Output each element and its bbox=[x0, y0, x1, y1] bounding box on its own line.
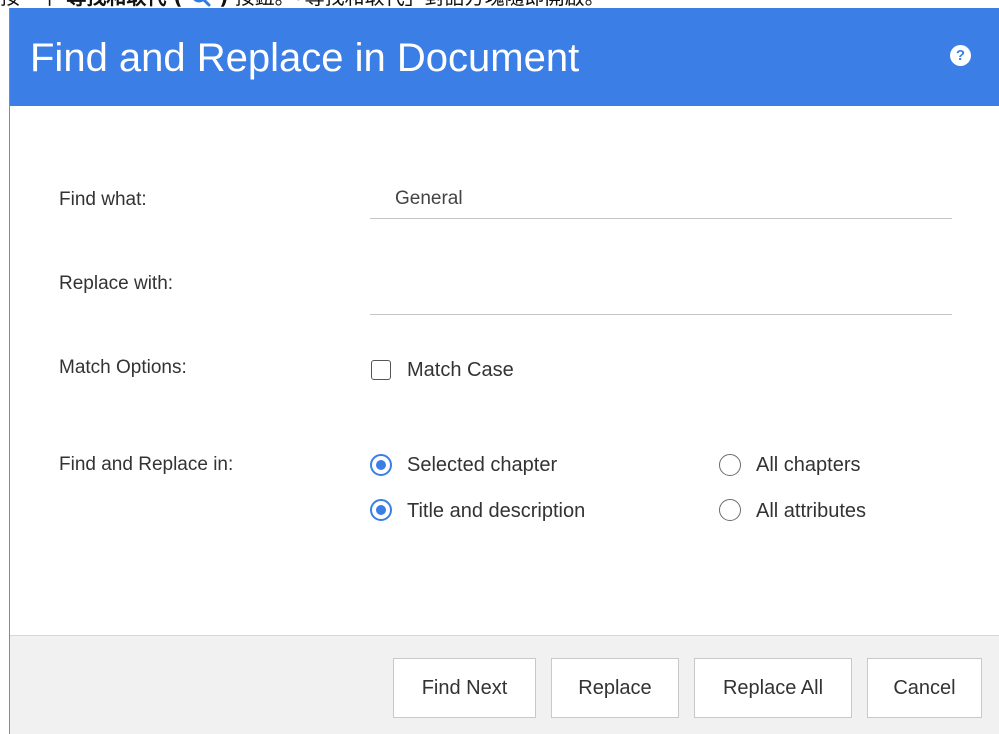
all-chapters-label[interactable]: All chapters bbox=[756, 454, 861, 477]
all-attributes-label[interactable]: All attributes bbox=[756, 500, 866, 523]
context-prefix: 按一下 bbox=[0, 0, 60, 8]
find-what-input[interactable] bbox=[370, 179, 952, 219]
dialog-title: Find and Replace in Document bbox=[30, 36, 580, 80]
radio-title-description[interactable] bbox=[370, 499, 392, 521]
find-replace-dialog: Find and Replace in Document ? Find what… bbox=[9, 8, 999, 734]
context-bold-text: 尋找和取代 ( bbox=[66, 0, 182, 8]
match-options-label: Match Options: bbox=[59, 357, 187, 378]
magnifier-icon bbox=[191, 0, 211, 7]
find-what-label: Find what: bbox=[59, 189, 147, 210]
find-next-button[interactable]: Find Next bbox=[393, 658, 536, 718]
dialog-footer: Find Next Replace Replace All Cancel bbox=[10, 635, 999, 734]
replace-button[interactable]: Replace bbox=[551, 658, 679, 718]
dialog-header: Find and Replace in Document ? bbox=[10, 8, 999, 106]
title-description-label[interactable]: Title and description bbox=[407, 500, 585, 523]
context-suffix: 按鈕。「尋找和取代」對話方塊隨即開啟。 bbox=[235, 0, 605, 8]
radio-selected-chapter[interactable] bbox=[370, 454, 392, 476]
context-bold-close: ) bbox=[219, 0, 228, 8]
radio-all-chapters[interactable] bbox=[719, 454, 741, 476]
selected-chapter-label[interactable]: Selected chapter bbox=[407, 454, 557, 477]
context-instruction-text: 按一下 尋找和取代 ( ) 按鈕。「尋找和取代」對話方塊隨即開啟。 bbox=[0, 0, 999, 8]
radio-all-attributes[interactable] bbox=[719, 499, 741, 521]
cancel-button[interactable]: Cancel bbox=[867, 658, 982, 718]
match-case-checkbox[interactable] bbox=[371, 360, 391, 380]
replace-with-label: Replace with: bbox=[59, 273, 174, 294]
match-case-label[interactable]: Match Case bbox=[407, 359, 514, 382]
help-icon[interactable]: ? bbox=[950, 45, 971, 66]
find-replace-in-label: Find and Replace in: bbox=[59, 454, 234, 475]
replace-with-input[interactable] bbox=[370, 275, 952, 315]
replace-all-button[interactable]: Replace All bbox=[694, 658, 852, 718]
